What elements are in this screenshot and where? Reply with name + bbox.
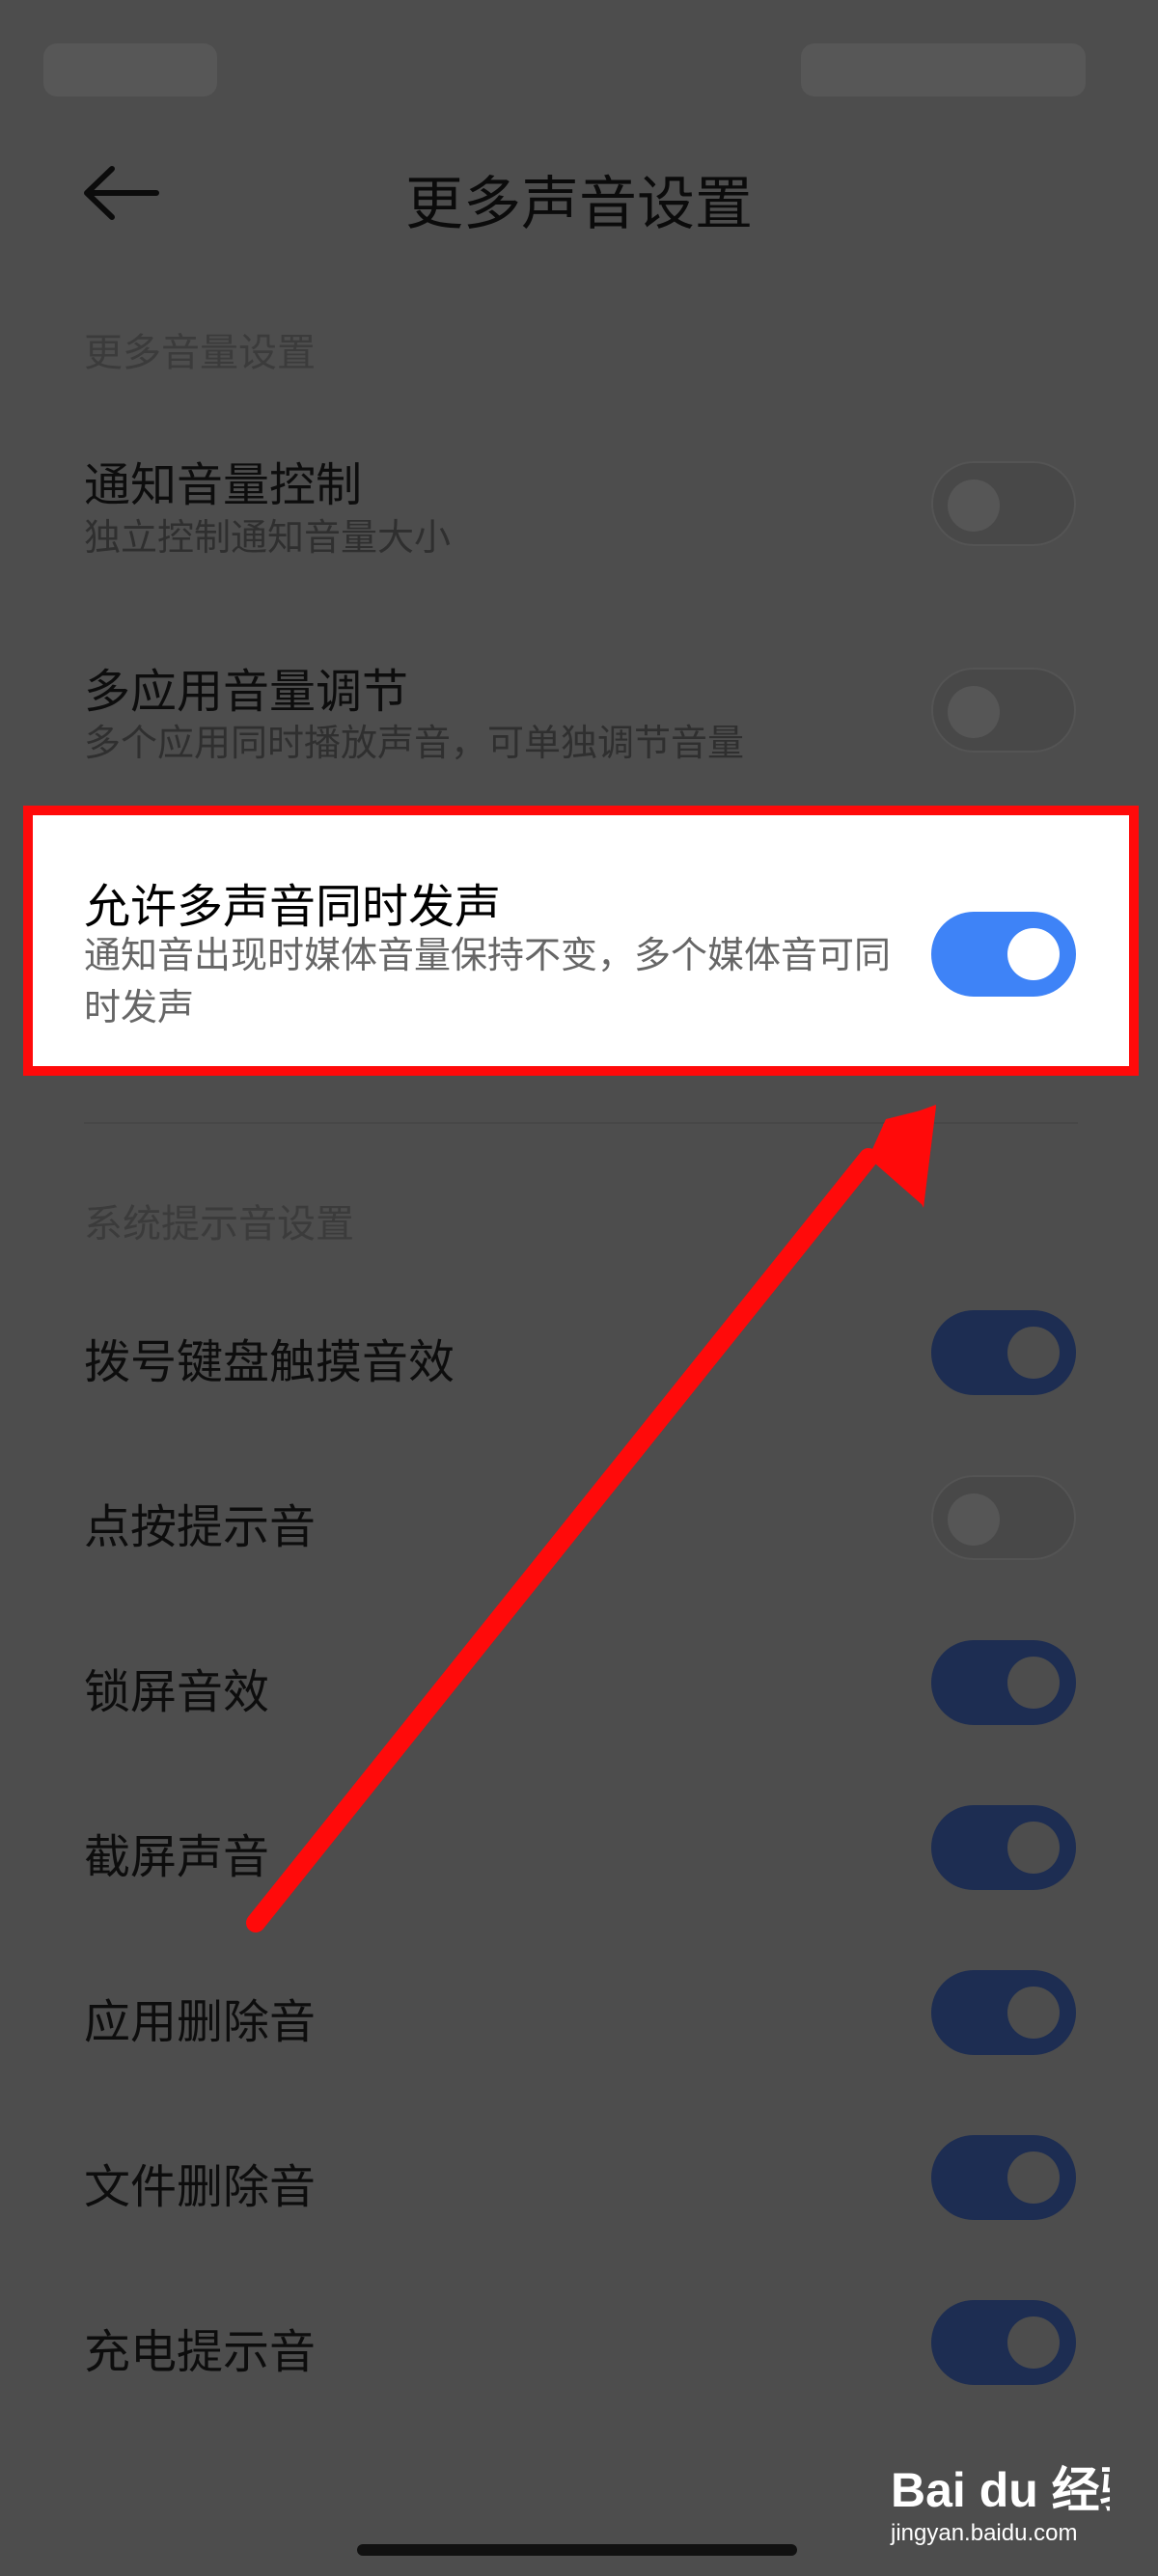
setting-title: 允许多声音同时发声 (84, 880, 502, 934)
setting-subtitle: 独立控制通知音量大小 (84, 516, 452, 559)
toggle-knob (1007, 1987, 1060, 2039)
status-bar (0, 0, 1158, 145)
setting-title: 应用删除音 (84, 1995, 317, 2049)
toggle-knob (948, 1494, 1000, 1546)
tap-sound-toggle[interactable] (931, 1475, 1076, 1560)
multi-app-volume-toggle[interactable] (931, 668, 1076, 753)
section-header-volume: 更多音量设置 (84, 331, 316, 375)
toggle-knob (1007, 928, 1060, 980)
toggle-knob (1007, 1822, 1060, 1874)
setting-title: 拨号键盘触摸音效 (84, 1335, 455, 1389)
notification-volume-toggle[interactable] (931, 461, 1076, 546)
setting-title: 锁屏音效 (84, 1665, 270, 1719)
setting-subtitle: 通知音出现时媒体音量保持不变，多个媒体音可同时发声 (84, 934, 892, 1028)
section-divider (84, 1122, 1078, 1124)
page-title: 更多声音设置 (405, 171, 753, 238)
toggle-knob (1007, 1657, 1060, 1709)
app-delete-toggle[interactable] (931, 1970, 1076, 2055)
setting-title: 多应用音量调节 (84, 665, 409, 719)
toggle-knob (948, 686, 1000, 738)
setting-title: 截屏声音 (84, 1830, 270, 1884)
setting-title: 通知音量控制 (84, 458, 363, 512)
toggle-knob (1007, 2151, 1060, 2204)
watermark-url: jingyan.baidu.com (890, 2520, 1077, 2546)
multi-sound-toggle[interactable] (931, 912, 1076, 997)
status-time-blurred (43, 43, 217, 96)
lock-screen-toggle[interactable] (931, 1640, 1076, 1725)
status-icons-blurred (801, 43, 1086, 96)
setting-title: 点按提示音 (84, 1500, 317, 1554)
charging-toggle[interactable] (931, 2300, 1076, 2385)
toggle-knob (1007, 2316, 1060, 2369)
section-header-system-sounds: 系统提示音设置 (84, 1202, 354, 1247)
home-indicator[interactable] (357, 2544, 797, 2556)
watermark-brand: Bai du 经验 (891, 2463, 1110, 2517)
baidu-jingyan-watermark: Bai du 经验 jingyan.baidu.com (890, 2463, 1110, 2546)
dialpad-touch-toggle[interactable] (931, 1310, 1076, 1395)
setting-title: 充电提示音 (84, 2325, 317, 2379)
setting-subtitle: 多个应用同时播放声音，可单独调节音量 (84, 722, 745, 764)
toggle-knob (1007, 1327, 1060, 1379)
setting-title: 文件删除音 (84, 2160, 317, 2214)
file-delete-toggle[interactable] (931, 2135, 1076, 2220)
screenshot-sound-toggle[interactable] (931, 1805, 1076, 1890)
setting-row-multi-sound-highlighted[interactable]: 允许多声音同时发声 通知音出现时媒体音量保持不变，多个媒体音可同时发声 (23, 806, 1139, 1076)
toggle-knob (948, 480, 1000, 532)
